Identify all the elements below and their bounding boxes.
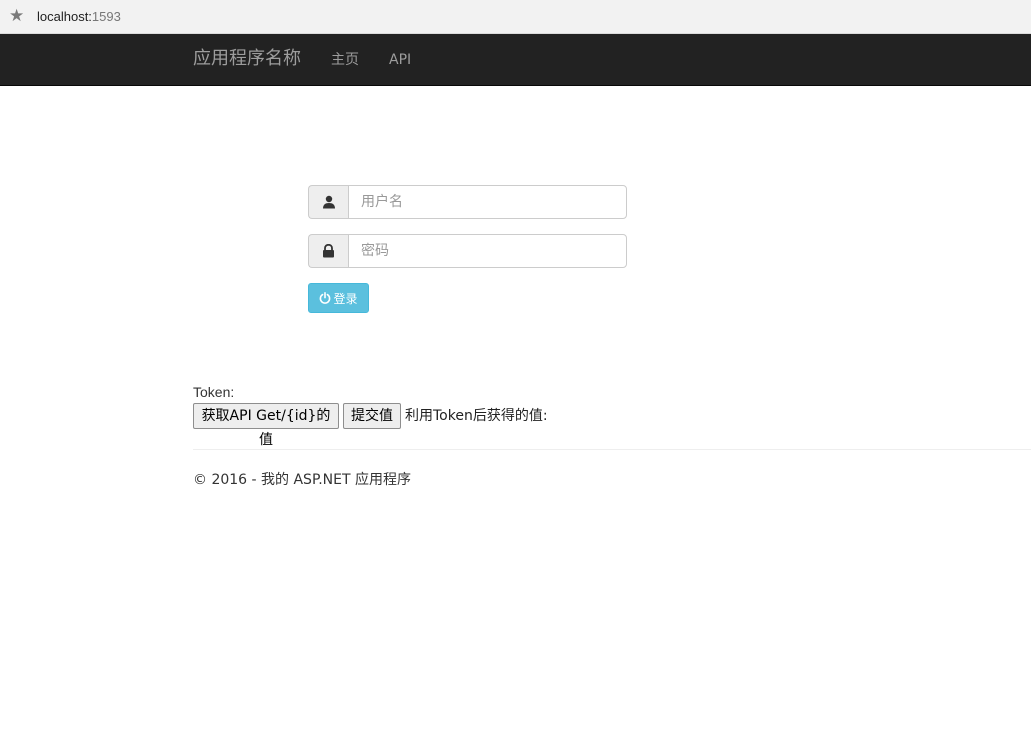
token-label: Token: <box>193 384 235 400</box>
password-input[interactable] <box>348 234 627 268</box>
user-icon <box>322 195 335 209</box>
submit-value-button[interactable]: 提交值 <box>343 403 401 429</box>
login-button-label: 登录 <box>333 291 358 306</box>
navbar: 应用程序名称 主页 API <box>0 34 1031 86</box>
star-icon[interactable]: ★ <box>9 6 26 26</box>
username-input-group <box>308 185 627 219</box>
browser-address-bar: ★ localhost:1593 <box>0 0 1031 34</box>
nav-link-api[interactable]: API <box>389 51 411 69</box>
nav-link-home[interactable]: 主页 <box>331 51 359 69</box>
token-result-label: 利用Token后获得的值: <box>405 408 548 424</box>
username-addon <box>308 185 348 219</box>
address-url[interactable]: localhost:1593 <box>37 8 121 25</box>
lock-icon <box>323 244 334 258</box>
url-host: localhost: <box>37 9 92 24</box>
url-port: 1593 <box>91 9 121 24</box>
power-icon <box>320 292 331 304</box>
footer-text: © 2016 - 我的 ASP.NET 应用程序 <box>193 472 411 488</box>
navbar-brand[interactable]: 应用程序名称 <box>193 48 301 70</box>
password-addon <box>308 234 348 268</box>
get-api-value-button[interactable]: 获取API Get/{id}的值 <box>193 403 339 448</box>
password-input-group <box>308 234 627 268</box>
login-button[interactable]: 登录 <box>308 283 369 313</box>
footer-divider <box>193 449 1031 450</box>
username-input[interactable] <box>348 185 627 219</box>
